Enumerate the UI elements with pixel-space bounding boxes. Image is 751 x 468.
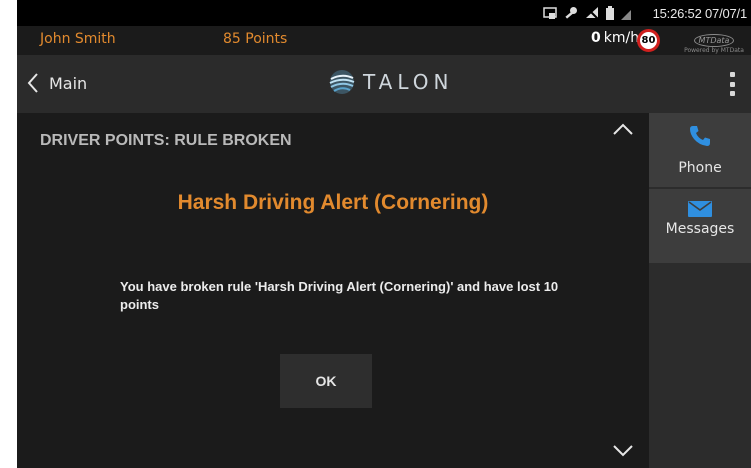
mtdata-logo: MTData Powered by MTData: [681, 28, 747, 54]
mtdata-logo-mark: MTData: [694, 34, 734, 47]
dialog-heading: DRIVER POINTS: RULE BROKEN: [40, 132, 292, 149]
chevron-up-icon[interactable]: [612, 122, 634, 136]
speed-unit: km/h: [603, 30, 640, 46]
mtdata-tagline: Powered by MTData: [684, 47, 744, 54]
device-screen: 15:26:52 07/07/1 John Smith 85 Points 0 …: [17, 0, 751, 468]
cell-signal-icon: [621, 5, 631, 24]
driver-info-bar: John Smith 85 Points 0 km/h 80 MTData Po…: [17, 26, 751, 55]
speed-readout: 0 km/h: [591, 30, 639, 46]
key-icon: [564, 5, 578, 24]
back-button[interactable]: Main: [25, 69, 87, 97]
status-icons: [543, 5, 631, 24]
status-clock: 15:26:52 07/07/1: [652, 6, 748, 21]
alert-dialog: DRIVER POINTS: RULE BROKEN Harsh Driving…: [17, 113, 649, 468]
side-panel: Phone Messages: [649, 113, 751, 468]
overflow-menu-icon[interactable]: [727, 72, 737, 96]
speed-limit-sign: 80: [637, 29, 660, 52]
messages-button[interactable]: Messages: [649, 189, 751, 263]
chevron-left-icon: [27, 73, 38, 93]
status-bar: 15:26:52 07/07/1: [17, 0, 751, 26]
alert-message: You have broken rule 'Harsh Driving Aler…: [120, 279, 559, 312]
ok-button[interactable]: OK: [280, 354, 372, 408]
driver-points: 85 Points: [223, 31, 288, 47]
envelope-icon: [688, 201, 712, 217]
talon-logo: TALON: [327, 67, 453, 97]
talon-globe-icon: [329, 70, 355, 94]
alert-title: Harsh Driving Alert (Cornering): [177, 191, 489, 214]
battery-icon: [606, 5, 614, 24]
chevron-down-icon[interactable]: [612, 444, 634, 458]
cast-icon: [543, 5, 557, 24]
driver-name: John Smith: [40, 31, 116, 47]
speed-value: 0: [591, 30, 601, 46]
back-label: Main: [49, 73, 88, 93]
phone-button[interactable]: Phone: [649, 113, 751, 187]
messages-label: Messages: [665, 221, 735, 237]
nav-bar: Main TALON: [17, 55, 751, 113]
phone-icon: [690, 126, 710, 146]
phone-label: Phone: [678, 160, 722, 176]
app-title: TALON: [363, 70, 454, 94]
signal-off-icon: [585, 5, 599, 24]
